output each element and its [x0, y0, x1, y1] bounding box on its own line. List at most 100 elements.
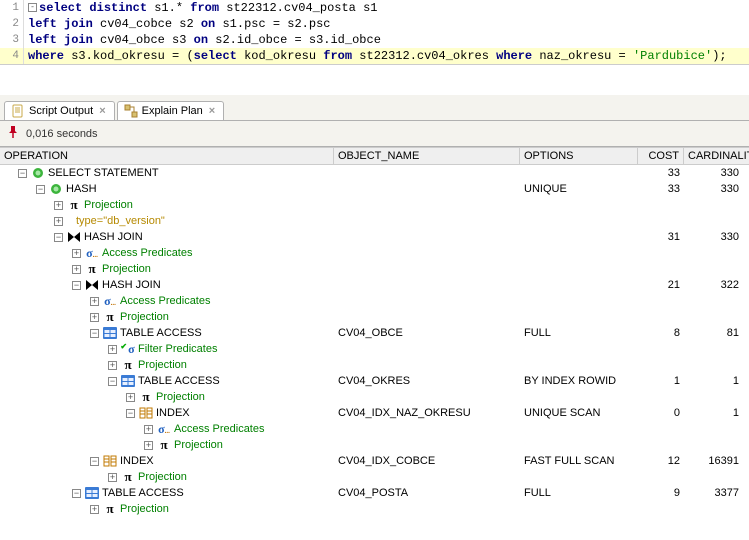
operation-label: TABLE ACCESS — [120, 327, 202, 339]
collapse-toggle[interactable]: − — [126, 409, 135, 418]
operation-label: Projection — [156, 391, 205, 403]
tab-explain-plan[interactable]: Explain Plan × — [117, 101, 225, 120]
collapse-toggle[interactable]: − — [108, 377, 117, 386]
collapse-toggle[interactable]: − — [36, 185, 45, 194]
plan-row[interactable]: +πProjection — [0, 469, 749, 485]
tab-script-output[interactable]: Script Output × — [4, 101, 115, 120]
plan-row[interactable]: −INDEXCV04_IDX_COBCEFAST FULL SCAN121639… — [0, 453, 749, 469]
plan-row[interactable]: +πProjection — [0, 261, 749, 277]
plan-row[interactable]: −TABLE ACCESSCV04_OBCEFULL881 — [0, 325, 749, 341]
plan-row[interactable]: + type="db_version" — [0, 213, 749, 229]
plan-row[interactable]: + πProjection — [0, 309, 749, 325]
plan-row[interactable]: +σAccess Predicates — [0, 293, 749, 309]
expand-toggle[interactable]: + — [90, 505, 99, 514]
plan-row[interactable]: −HASHUNIQUE33330 — [0, 181, 749, 197]
sql-line[interactable]: 1-select distinct s1.* from st22312.cv04… — [0, 0, 749, 16]
cost-value: 0 — [638, 407, 684, 419]
expand-toggle[interactable]: + — [144, 425, 153, 434]
cardinality-value: 1 — [684, 407, 749, 419]
expand-toggle[interactable]: + — [126, 393, 135, 402]
plan-row[interactable]: −HASH JOIN31330 — [0, 229, 749, 245]
close-icon[interactable]: × — [207, 105, 217, 117]
line-number: 3 — [0, 32, 24, 48]
plan-row[interactable]: +πProjection — [0, 197, 749, 213]
operation-label: INDEX — [120, 455, 154, 467]
plan-row[interactable]: +πProjection — [0, 357, 749, 373]
col-operation[interactable]: OPERATION — [0, 148, 334, 164]
col-options[interactable]: OPTIONS — [520, 148, 638, 164]
sql-code[interactable]: where s3.kod_okresu = (select kod_okresu… — [24, 48, 727, 64]
close-icon[interactable]: × — [97, 105, 107, 117]
access-predicate-icon: σ — [85, 246, 99, 260]
sql-editor[interactable]: 1-select distinct s1.* from st22312.cv04… — [0, 0, 749, 65]
sql-code[interactable]: left join cv04_obce s3 on s2.id_obce = s… — [24, 32, 381, 48]
collapse-toggle[interactable]: − — [54, 233, 63, 242]
plan-row[interactable]: +σFilter Predicates — [0, 341, 749, 357]
elapsed-time: 0,016 seconds — [26, 128, 98, 140]
expand-toggle[interactable]: + — [72, 265, 81, 274]
options-value: FULL — [520, 327, 638, 339]
plan-row[interactable]: −TABLE ACCESSCV04_POSTAFULL93377 — [0, 485, 749, 501]
pi-icon: π — [103, 310, 117, 324]
cardinality-value: 1 — [684, 375, 749, 387]
operation-label: type="db_version" — [76, 215, 165, 227]
fold-icon[interactable]: - — [28, 3, 37, 12]
expand-toggle[interactable]: + — [72, 249, 81, 258]
collapse-toggle[interactable]: − — [90, 329, 99, 338]
table-icon — [85, 486, 99, 500]
col-object-name[interactable]: OBJECT_NAME — [334, 148, 520, 164]
expand-toggle[interactable]: + — [108, 361, 117, 370]
join-icon — [67, 230, 81, 244]
plan-row[interactable]: −SELECT STATEMENT33330 — [0, 165, 749, 181]
operation-label: Projection — [120, 311, 169, 323]
sql-code[interactable]: left join cv04_cobce s2 on s1.psc = s2.p… — [24, 16, 331, 32]
expand-toggle[interactable]: + — [108, 345, 117, 354]
expand-toggle[interactable]: + — [90, 313, 99, 322]
collapse-toggle[interactable]: − — [18, 169, 27, 178]
pi-icon: π — [139, 390, 153, 404]
operation-label: TABLE ACCESS — [102, 487, 184, 499]
expand-toggle[interactable]: + — [108, 473, 117, 482]
plan-row[interactable]: +σAccess Predicates — [0, 245, 749, 261]
object-name: CV04_OKRES — [334, 375, 520, 387]
index-icon — [139, 406, 153, 420]
plan-row[interactable]: +σAccess Predicates — [0, 421, 749, 437]
object-name: CV04_IDX_NAZ_OKRESU — [334, 407, 520, 419]
plan-row[interactable]: −TABLE ACCESSCV04_OKRESBY INDEX ROWID11 — [0, 373, 749, 389]
expand-toggle[interactable]: + — [144, 441, 153, 450]
operation-label: Access Predicates — [174, 423, 264, 435]
expand-toggle[interactable]: + — [54, 217, 63, 226]
plan-row[interactable]: + πProjection — [0, 437, 749, 453]
cardinality-value: 330 — [684, 183, 749, 195]
options-value: FAST FULL SCAN — [520, 455, 638, 467]
tab-label: Explain Plan — [142, 105, 203, 117]
object-name: CV04_IDX_COBCE — [334, 455, 520, 467]
col-cost[interactable]: COST — [638, 148, 684, 164]
collapse-toggle[interactable]: − — [72, 281, 81, 290]
pi-icon: π — [121, 358, 135, 372]
col-cardinality[interactable]: CARDINALITY — [684, 148, 749, 164]
plan-tree[interactable]: −SELECT STATEMENT33330−HASHUNIQUE33330 + π… — [0, 165, 749, 517]
plan-header-row: OPERATION OBJECT_NAME OPTIONS COST CARDI… — [0, 147, 749, 165]
cardinality-value: 330 — [684, 231, 749, 243]
plan-row[interactable]: +πProjection — [0, 501, 749, 517]
sql-line[interactable]: 2left join cv04_cobce s2 on s1.psc = s2.… — [0, 16, 749, 32]
operation-label: Projection — [138, 471, 187, 483]
access-predicate-icon: σ — [103, 294, 117, 308]
plan-row[interactable]: −INDEXCV04_IDX_NAZ_OKRESUUNIQUE SCAN01 — [0, 405, 749, 421]
operation-label: TABLE ACCESS — [138, 375, 220, 387]
operation-label: INDEX — [156, 407, 190, 419]
expand-toggle[interactable]: + — [54, 201, 63, 210]
pin-icon[interactable] — [6, 125, 20, 142]
sql-line[interactable]: 3left join cv04_obce s3 on s2.id_obce = … — [0, 32, 749, 48]
sql-code[interactable]: -select distinct s1.* from st22312.cv04_… — [24, 0, 378, 16]
collapse-toggle[interactable]: − — [90, 457, 99, 466]
cost-value: 8 — [638, 327, 684, 339]
sql-line[interactable]: 4where s3.kod_okresu = (select kod_okres… — [0, 48, 749, 64]
plan-row[interactable]: −HASH JOIN21322 — [0, 277, 749, 293]
expand-toggle[interactable]: + — [90, 297, 99, 306]
pi-icon: π — [157, 438, 171, 452]
operation-label: Projection — [174, 439, 223, 451]
collapse-toggle[interactable]: − — [72, 489, 81, 498]
plan-row[interactable]: + πProjection — [0, 389, 749, 405]
